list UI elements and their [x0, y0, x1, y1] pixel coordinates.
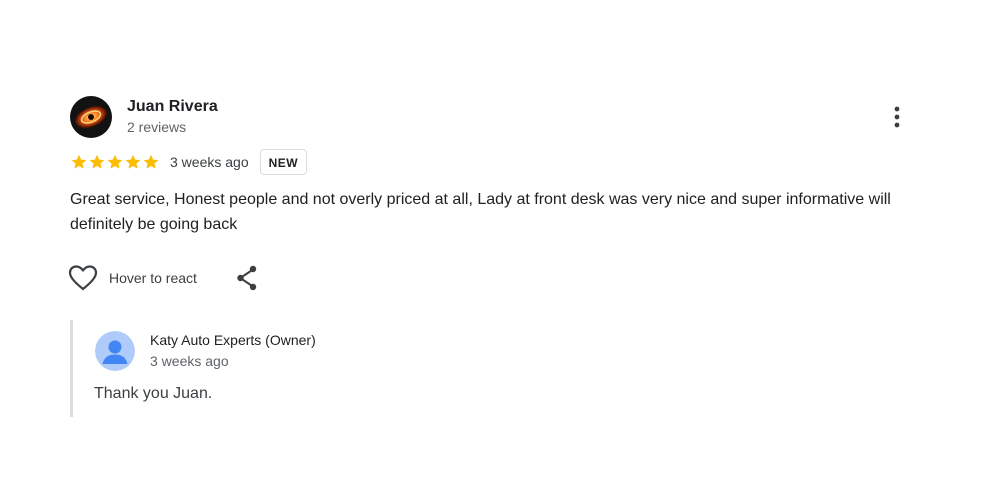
- review-text: Great service, Honest people and not ove…: [70, 191, 891, 233]
- owner-avatar[interactable]: [95, 331, 135, 371]
- star-icon: [143, 154, 159, 169]
- owner-reply-date: 3 weeks ago: [150, 353, 229, 369]
- rating-row: 3 weeks ago NEW: [70, 148, 308, 176]
- reviewer-avatar[interactable]: [70, 96, 112, 138]
- reviewer-name[interactable]: Juan Rivera: [127, 97, 218, 117]
- reviewer-review-count: 2 reviews: [127, 119, 187, 135]
- heart-outline-icon: [68, 265, 98, 291]
- new-badge: NEW: [259, 149, 308, 175]
- star-icon: [71, 154, 87, 169]
- react-label: Hover to react: [109, 270, 197, 286]
- star-icon: [125, 154, 141, 169]
- owner-reply-text: Thank you Juan.: [94, 385, 213, 402]
- star-icon: [107, 154, 123, 169]
- react-button[interactable]: Hover to react: [68, 264, 197, 292]
- share-icon: [237, 265, 257, 291]
- more-options-button[interactable]: [884, 103, 910, 131]
- share-button[interactable]: [234, 264, 260, 292]
- review-actions: Hover to react: [68, 264, 260, 292]
- more-vert-icon: [894, 106, 900, 128]
- review-date: 3 weeks ago: [170, 154, 249, 170]
- person-icon: [95, 331, 135, 371]
- review-card: Juan Rivera 2 reviews 3 weeks ago NEW Gr…: [0, 0, 1000, 500]
- star-rating: [70, 153, 160, 171]
- owner-name: Katy Auto Experts (Owner): [150, 332, 316, 348]
- star-icon: [89, 154, 105, 169]
- owner-reply: Katy Auto Experts (Owner) 3 weeks ago Th…: [70, 320, 673, 417]
